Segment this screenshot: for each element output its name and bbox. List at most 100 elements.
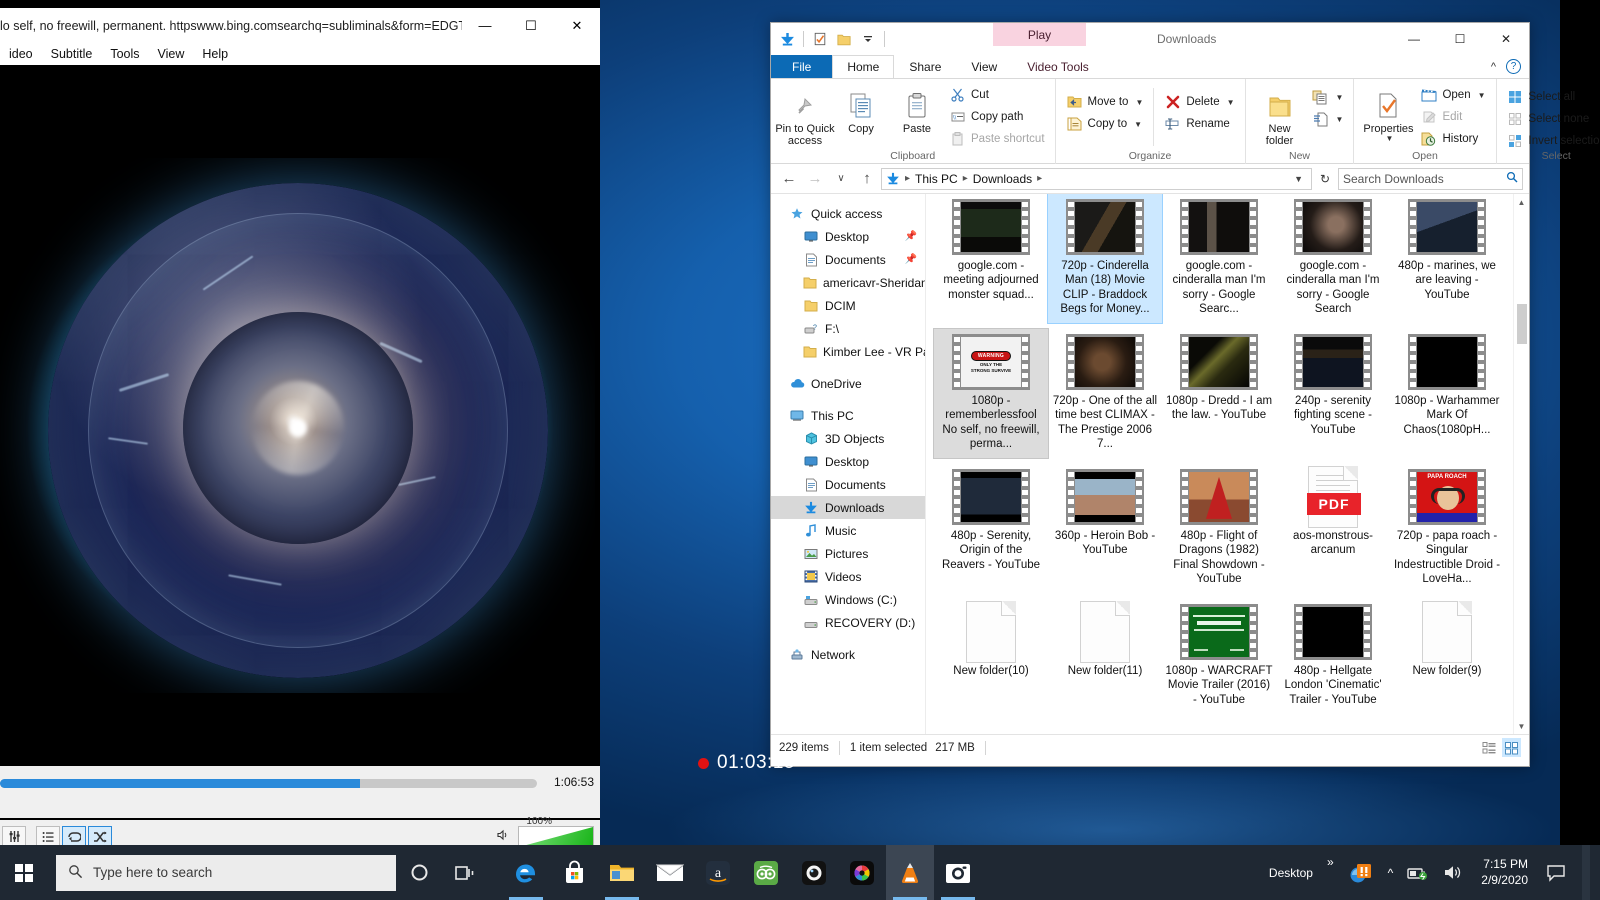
chevron-down-icon[interactable]: ▼ (1336, 115, 1344, 124)
clock[interactable]: 7:15 PM 2/9/2020 (1473, 857, 1536, 888)
list-item[interactable]: WARNING ONLY THE STRONG SURVIVE 1080p - … (933, 327, 1049, 459)
sidebar-item-quick-access[interactable]: Quick access (771, 202, 925, 225)
open-button[interactable]: Open ▼ (1416, 85, 1489, 105)
tab-view[interactable]: View (956, 55, 1012, 78)
forward-button[interactable]: → (803, 168, 827, 190)
taskbar-app-tripadvisor[interactable] (742, 845, 790, 900)
sidebar-item-americavr-sheridan[interactable]: americavr-Sheridan. (771, 271, 925, 294)
scroll-down-icon[interactable]: ▼ (1514, 718, 1529, 734)
list-item[interactable]: 480p - Flight of Dragons (1982) Final Sh… (1162, 464, 1276, 593)
invert-selection-button[interactable]: Invert selection (1503, 131, 1600, 151)
sidebar-item-dcim[interactable]: DCIM (771, 294, 925, 317)
tab-video-tools[interactable]: Video Tools (1012, 55, 1104, 78)
battery-icon[interactable] (1403, 845, 1433, 900)
tab-home[interactable]: Home (832, 55, 895, 78)
taskbar-app-edge[interactable] (502, 845, 550, 900)
tray-overflow-icon[interactable]: » (1323, 845, 1338, 900)
warning-icon[interactable] (1344, 845, 1378, 900)
breadcrumb[interactable]: ▸ This PC ▸ Downloads ▸ ▼ (881, 167, 1312, 190)
pin-icon[interactable]: 📌 (905, 254, 917, 265)
downloads-icon[interactable] (777, 29, 797, 49)
sidebar-item-f-drive[interactable]: ? F:\ (771, 317, 925, 340)
breadcrumb-this-pc[interactable]: This PC (915, 172, 958, 186)
tab-share[interactable]: Share (894, 55, 956, 78)
sidebar-item-downloads[interactable]: Downloads (771, 496, 925, 519)
properties-icon[interactable] (810, 29, 830, 49)
video-tools-play-tab[interactable]: Play (993, 23, 1086, 46)
easy-access-button[interactable]: ▼ (1308, 109, 1348, 129)
taskbar-app-vlc[interactable] (886, 845, 934, 900)
tray-desktop-label[interactable]: Desktop (1265, 845, 1317, 900)
seek-track[interactable] (0, 779, 537, 788)
list-item[interactable]: New folder(10) (934, 599, 1048, 713)
player-minimize-button[interactable]: — (462, 8, 508, 43)
player-menu-video[interactable]: ideo (0, 47, 42, 61)
taskbar-app-mail[interactable] (646, 845, 694, 900)
player-maximize-button[interactable]: ☐ (508, 8, 554, 43)
list-item[interactable]: 1080p - WARCRAFT Movie Trailer (2016) - … (1162, 599, 1276, 713)
chevron-down-icon[interactable]: ▼ (1134, 120, 1142, 129)
search-icon[interactable] (1506, 171, 1518, 186)
sidebar-item-videos[interactable]: Videos (771, 565, 925, 588)
scrollbar-thumb[interactable] (1517, 304, 1527, 344)
chevron-down-icon[interactable]: ▼ (1227, 98, 1235, 107)
taskbar-app-camera-lens[interactable] (790, 845, 838, 900)
search-input[interactable]: Search Downloads (1338, 167, 1523, 190)
cut-button[interactable]: Cut (945, 85, 1049, 105)
file-list-area[interactable]: google.com - meeting adjourned monster s… (926, 194, 1529, 734)
copy-path-button[interactable]: \\ Copy path (945, 107, 1049, 127)
up-button[interactable]: ↑ (855, 168, 879, 190)
player-seekbar[interactable]: 1:06:53 (0, 766, 600, 818)
sidebar-item-desktop-qa[interactable]: Desktop 📌 (771, 225, 925, 248)
sidebar-item-documents-qa[interactable]: Documents 📌 (771, 248, 925, 271)
refresh-button[interactable]: ↻ (1314, 168, 1336, 190)
player-menu-help[interactable]: Help (193, 47, 237, 61)
sidebar-item-network[interactable]: Network (771, 643, 925, 666)
sidebar-item-this-pc[interactable]: This PC (771, 404, 925, 427)
taskbar-app-amazon[interactable]: a (694, 845, 742, 900)
sidebar-item-windows-c[interactable]: Windows (C:) (771, 588, 925, 611)
collapse-ribbon-icon[interactable]: ^ (1491, 61, 1496, 73)
customize-qat-caret-icon[interactable] (858, 29, 878, 49)
history-button[interactable]: History (1416, 129, 1489, 149)
explorer-minimize-button[interactable]: — (1391, 23, 1437, 55)
list-item[interactable]: 480p - marines, we are leaving - YouTube (1390, 194, 1504, 323)
new-folder-icon[interactable] (834, 29, 854, 49)
list-item[interactable]: New folder(9) (1390, 599, 1504, 713)
select-all-button[interactable]: Select all (1503, 87, 1600, 107)
list-item[interactable]: 360p - Heroin Bob - YouTube (1048, 464, 1162, 593)
select-none-button[interactable]: Select none (1503, 109, 1600, 129)
sidebar-item-pictures[interactable]: Pictures (771, 542, 925, 565)
taskbar-app-file-explorer[interactable] (598, 845, 646, 900)
volume-icon[interactable] (1439, 845, 1467, 900)
player-menu-subtitle[interactable]: Subtitle (42, 47, 102, 61)
cortana-icon[interactable] (396, 845, 442, 900)
details-view-button[interactable] (1480, 738, 1499, 757)
new-item-button[interactable]: ▼ (1308, 87, 1348, 107)
list-item[interactable]: google.com - meeting adjourned monster s… (934, 194, 1048, 323)
chevron-down-icon[interactable]: ▼ (1385, 134, 1393, 144)
tab-file[interactable]: File (771, 55, 833, 78)
chevron-down-icon[interactable]: ▼ (1135, 98, 1143, 107)
taskbar-app-microsoft-store[interactable] (550, 845, 598, 900)
sidebar-item-desktop[interactable]: Desktop (771, 450, 925, 473)
list-item[interactable]: google.com - cinderalla man I'm sorry - … (1276, 194, 1390, 323)
sidebar-item-kimber-lee[interactable]: Kimber Lee - VR Pac (771, 340, 925, 363)
list-item[interactable]: PAPA ROACH 720p - papa roach - Singular … (1390, 464, 1504, 593)
scroll-up-icon[interactable]: ▲ (1514, 194, 1529, 210)
action-center-icon[interactable] (1542, 845, 1570, 900)
chevron-up-icon[interactable]: ^ (1384, 845, 1398, 900)
pin-icon[interactable]: 📌 (905, 231, 917, 242)
explorer-close-button[interactable]: ✕ (1483, 23, 1529, 55)
show-desktop-button[interactable] (1582, 845, 1590, 900)
rename-button[interactable]: Rename (1160, 114, 1238, 134)
recent-locations-button[interactable]: ∨ (829, 168, 853, 190)
task-view-icon[interactable] (442, 845, 488, 900)
sidebar-item-recovery-d[interactable]: RECOVERY (D:) (771, 611, 925, 634)
player-close-button[interactable]: ✕ (554, 8, 600, 43)
sidebar-item-3d-objects[interactable]: 3D Objects (771, 427, 925, 450)
breadcrumb-dropdown-icon[interactable]: ▼ (1294, 174, 1307, 184)
sidebar-item-documents[interactable]: Documents (771, 473, 925, 496)
help-icon[interactable]: ? (1506, 59, 1521, 74)
taskbar-app-color-wheel[interactable] (838, 845, 886, 900)
